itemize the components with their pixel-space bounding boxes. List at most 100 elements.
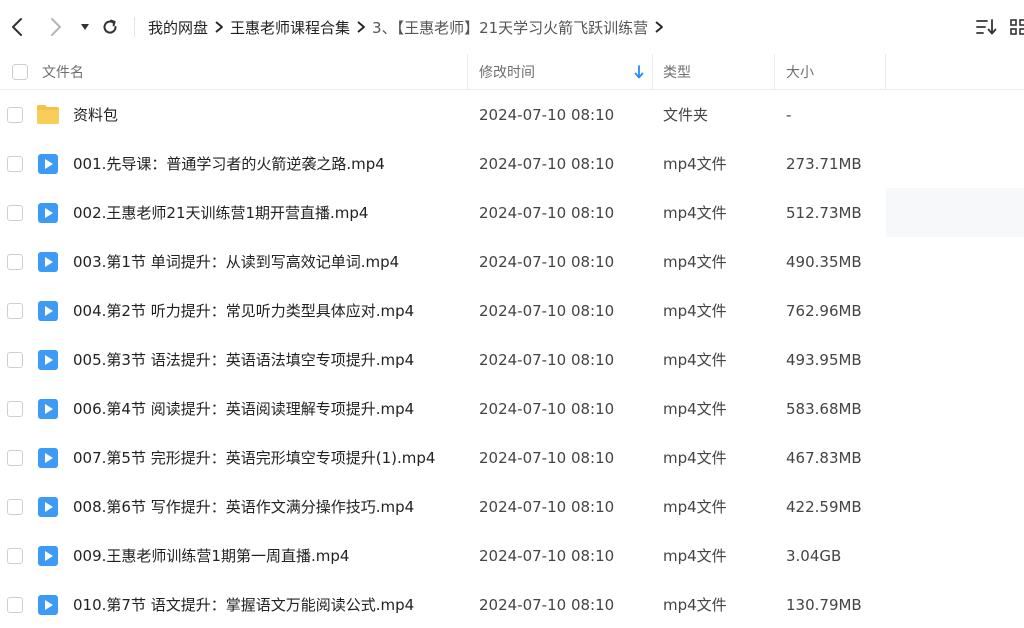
- row-checkbox[interactable]: [7, 531, 23, 580]
- file-mtime: 2024-07-10 08:10: [479, 595, 615, 614]
- file-name[interactable]: 002.王惠老师21天训练营1期开营直播.mp4: [73, 188, 368, 237]
- list-item[interactable]: 003.第1节 单词提升：从读到写高效记单词.mp4 2024-07-10 08…: [0, 237, 1024, 286]
- column-header-type[interactable]: 类型: [653, 54, 775, 90]
- row-checkbox[interactable]: [7, 237, 23, 286]
- list-item[interactable]: 010.第7节 语文提升：掌握语文万能阅读公式.mp4 2024-07-10 0…: [0, 580, 1024, 628]
- list-item[interactable]: 资料包 2024-07-10 08:10 文件夹 -: [0, 90, 1024, 139]
- row-checkbox[interactable]: [7, 482, 23, 531]
- file-mtime: 2024-07-10 08:10: [479, 252, 615, 271]
- view-mode-button[interactable]: [1010, 16, 1024, 38]
- history-dropdown-button[interactable]: [77, 12, 93, 42]
- video-file-icon: [36, 433, 60, 482]
- video-file-icon: [36, 580, 60, 628]
- file-size: 3.04GB: [786, 546, 842, 565]
- list-item[interactable]: 008.第6节 写作提升：英语作文满分操作技巧.mp4 2024-07-10 0…: [0, 482, 1024, 531]
- grid-view-icon: [1010, 19, 1024, 35]
- row-checkbox[interactable]: [7, 139, 23, 188]
- row-checkbox[interactable]: [7, 90, 23, 139]
- file-mtime: 2024-07-10 08:10: [479, 546, 615, 565]
- file-name[interactable]: 004.第2节 听力提升：常见听力类型具体应对.mp4: [73, 286, 414, 335]
- breadcrumb-item-root[interactable]: 我的网盘: [148, 17, 208, 38]
- breadcrumb-item-current[interactable]: 3、【王惠老师】21天学习火箭飞跃训练营: [372, 17, 648, 38]
- file-name[interactable]: 资料包: [73, 90, 118, 139]
- file-name[interactable]: 010.第7节 语文提升：掌握语文万能阅读公式.mp4: [73, 580, 414, 628]
- list-item[interactable]: 004.第2节 听力提升：常见听力类型具体应对.mp4 2024-07-10 0…: [0, 286, 1024, 335]
- row-checkbox[interactable]: [7, 580, 23, 628]
- toolbar-divider: [134, 17, 135, 37]
- row-checkbox[interactable]: [7, 335, 23, 384]
- file-size: -: [786, 105, 792, 124]
- file-mtime: 2024-07-10 08:10: [479, 497, 615, 516]
- column-header-type-label: 类型: [663, 65, 691, 81]
- back-button[interactable]: [4, 12, 30, 42]
- folder-icon: [36, 90, 60, 139]
- column-header-mtime-label: 修改时间: [479, 65, 535, 81]
- file-list: 资料包 2024-07-10 08:10 文件夹 - 001.先导课：普通学习者…: [0, 90, 1024, 628]
- list-item[interactable]: 001.先导课：普通学习者的火箭逆袭之路.mp4 2024-07-10 08:1…: [0, 139, 1024, 188]
- video-file-icon: [36, 531, 60, 580]
- file-type: mp4文件: [663, 449, 727, 467]
- breadcrumb-separator-icon: [350, 21, 372, 33]
- file-type: mp4文件: [663, 547, 727, 565]
- file-name[interactable]: 006.第4节 阅读提升：英语阅读理解专项提升.mp4: [73, 384, 414, 433]
- list-item[interactable]: 002.王惠老师21天训练营1期开营直播.mp4 2024-07-10 08:1…: [0, 188, 1024, 237]
- row-hover-highlight: [886, 188, 1024, 237]
- file-type: mp4文件: [663, 155, 727, 173]
- video-file-icon: [36, 237, 60, 286]
- file-type: mp4文件: [663, 204, 727, 222]
- list-item[interactable]: 005.第3节 语法提升：英语语法填空专项提升.mp4 2024-07-10 0…: [0, 335, 1024, 384]
- row-checkbox[interactable]: [7, 286, 23, 335]
- breadcrumb-separator-icon: [208, 21, 230, 33]
- forward-button[interactable]: [43, 12, 69, 42]
- file-name[interactable]: 005.第3节 语法提升：英语语法填空专项提升.mp4: [73, 335, 414, 384]
- column-header-size-label: 大小: [786, 65, 814, 81]
- file-type: mp4文件: [663, 498, 727, 516]
- caret-down-icon: [81, 24, 89, 30]
- file-name[interactable]: 007.第5节 完形提升：英语完形填空专项提升(1).mp4: [73, 433, 435, 482]
- breadcrumb: 我的网盘 王惠老师课程合集 3、【王惠老师】21天学习火箭飞跃训练营: [148, 12, 670, 42]
- file-list-header: 文件名 修改时间 类型 大小: [0, 54, 1024, 90]
- file-name[interactable]: 001.先导课：普通学习者的火箭逆袭之路.mp4: [73, 139, 385, 188]
- file-size: 762.96MB: [786, 301, 862, 320]
- sort-button[interactable]: [975, 16, 999, 38]
- file-mtime: 2024-07-10 08:10: [479, 350, 615, 369]
- file-type: 文件夹: [663, 106, 709, 124]
- file-name[interactable]: 008.第6节 写作提升：英语作文满分操作技巧.mp4: [73, 482, 414, 531]
- file-mtime: 2024-07-10 08:10: [479, 399, 615, 418]
- file-mtime: 2024-07-10 08:10: [479, 154, 615, 173]
- file-type: mp4文件: [663, 253, 727, 271]
- list-item[interactable]: 006.第4节 阅读提升：英语阅读理解专项提升.mp4 2024-07-10 0…: [0, 384, 1024, 433]
- file-size: 583.68MB: [786, 399, 862, 418]
- file-name[interactable]: 003.第1节 单词提升：从读到写高效记单词.mp4: [73, 237, 399, 286]
- video-file-icon: [36, 286, 60, 335]
- row-checkbox[interactable]: [7, 384, 23, 433]
- file-mtime: 2024-07-10 08:10: [479, 448, 615, 467]
- file-name[interactable]: 009.王惠老师训练营1期第一周直播.mp4: [73, 531, 349, 580]
- top-navigation-bar: 我的网盘 王惠老师课程合集 3、【王惠老师】21天学习火箭飞跃训练营: [0, 0, 1024, 54]
- file-size: 493.95MB: [786, 350, 862, 369]
- file-size: 130.79MB: [786, 595, 862, 614]
- file-type: mp4文件: [663, 302, 727, 320]
- video-file-icon: [36, 335, 60, 384]
- file-mtime: 2024-07-10 08:10: [479, 105, 615, 124]
- list-item[interactable]: 009.王惠老师训练营1期第一周直播.mp4 2024-07-10 08:10 …: [0, 531, 1024, 580]
- file-size: 273.71MB: [786, 154, 862, 173]
- breadcrumb-expand-icon[interactable]: [648, 21, 670, 33]
- refresh-icon: [103, 19, 117, 34]
- row-checkbox[interactable]: [7, 433, 23, 482]
- select-all-checkbox[interactable]: [12, 64, 28, 80]
- list-item[interactable]: 007.第5节 完形提升：英语完形填空专项提升(1).mp4 2024-07-1…: [0, 433, 1024, 482]
- row-checkbox[interactable]: [7, 188, 23, 237]
- file-mtime: 2024-07-10 08:10: [479, 301, 615, 320]
- video-file-icon: [36, 139, 60, 188]
- video-file-icon: [36, 482, 60, 531]
- sort-descending-icon: [634, 65, 644, 79]
- column-header-size[interactable]: 大小: [775, 54, 886, 90]
- column-header-mtime[interactable]: 修改时间: [469, 54, 653, 90]
- chevron-left-icon: [12, 18, 22, 36]
- refresh-button[interactable]: [99, 12, 121, 42]
- file-type: mp4文件: [663, 351, 727, 369]
- video-file-icon: [36, 188, 60, 237]
- breadcrumb-item-collection[interactable]: 王惠老师课程合集: [230, 17, 350, 38]
- column-header-name[interactable]: 文件名: [42, 54, 468, 90]
